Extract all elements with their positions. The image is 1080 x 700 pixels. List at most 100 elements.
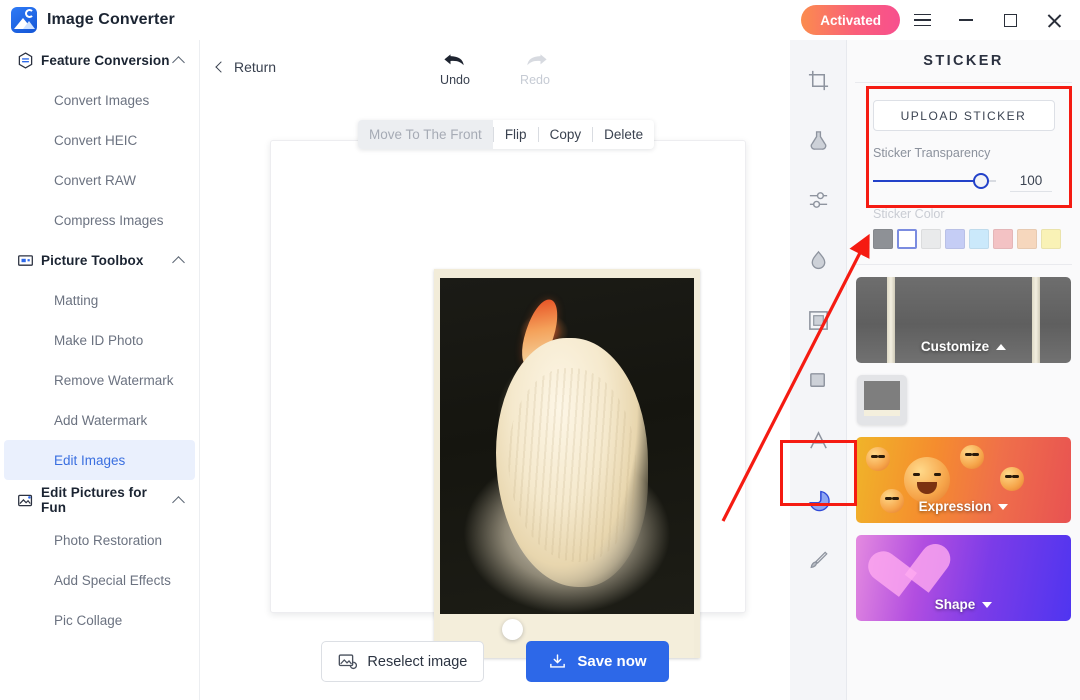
return-button[interactable]: Return	[215, 59, 277, 75]
app-window: Image Converter Activated Feature Conver…	[0, 0, 1080, 700]
undo-redo-group: Undo Redo	[427, 50, 563, 87]
sticker-context-toolbar: Move To The Front Flip Copy Delete	[358, 120, 655, 149]
sidebar: Feature Conversion Convert Images Conver…	[0, 40, 200, 700]
emoji-face	[904, 457, 950, 503]
text-tool-icon[interactable]	[790, 410, 847, 470]
color-swatch-pink[interactable]	[993, 229, 1013, 249]
sidebar-item-pic-collage[interactable]: Pic Collage	[4, 600, 195, 640]
color-swatch-gray[interactable]	[873, 229, 893, 249]
color-swatch-white[interactable]	[897, 229, 917, 249]
sidebar-item-make-id-photo[interactable]: Make ID Photo	[4, 320, 195, 360]
crop-tool-icon[interactable]	[790, 50, 847, 110]
sticker-category-customize[interactable]: Customize	[856, 277, 1071, 363]
sidebar-item-edit-images[interactable]: Edit Images	[4, 440, 195, 480]
blur-droplet-tool-icon[interactable]	[790, 230, 847, 290]
feature-conversion-icon	[17, 51, 34, 69]
activated-badge-button[interactable]: Activated	[801, 5, 900, 35]
return-label: Return	[234, 59, 277, 75]
slider-thumb[interactable]	[973, 172, 990, 189]
redo-button[interactable]: Redo	[507, 50, 563, 87]
flip-button[interactable]: Flip	[494, 120, 538, 149]
color-swatch-periwinkle[interactable]	[945, 229, 965, 249]
maximize-icon[interactable]	[988, 0, 1032, 40]
hamburger-menu-icon[interactable]	[900, 0, 944, 40]
title-bar: Image Converter Activated	[0, 0, 1080, 40]
upload-sticker-button[interactable]: UPLOAD STICKER	[872, 100, 1055, 131]
sticker-category-expression[interactable]: Expression	[856, 437, 1071, 523]
reselect-image-button[interactable]: Reselect image	[321, 641, 485, 682]
chevron-up-icon	[996, 343, 1007, 350]
sidebar-group-label: Feature Conversion	[41, 52, 170, 68]
sidebar-group-edit-pictures-for-fun[interactable]: Edit Pictures for Fun	[0, 480, 199, 520]
chevron-up-icon	[172, 55, 185, 69]
reselect-image-label: Reselect image	[367, 653, 468, 670]
sidebar-group-label: Edit Pictures for Fun	[41, 485, 147, 515]
chevron-up-icon	[172, 255, 185, 269]
color-swatch-peach[interactable]	[1017, 229, 1037, 249]
move-to-front-button[interactable]: Move To The Front	[358, 120, 493, 149]
reselect-image-icon	[339, 654, 358, 670]
sidebar-group-picture-toolbox[interactable]: Picture Toolbox	[0, 240, 199, 280]
sidebar-item-add-special-effects[interactable]: Add Special Effects	[4, 560, 195, 600]
color-swatch-light-yellow[interactable]	[1041, 229, 1061, 249]
color-swatch-light-gray[interactable]	[921, 229, 941, 249]
sidebar-item-photo-restoration[interactable]: Photo Restoration	[4, 520, 195, 560]
sticker-thumbnail-polaroid-frame[interactable]	[857, 375, 907, 425]
delete-button[interactable]: Delete	[593, 120, 654, 149]
sticker-tool-icon[interactable]	[790, 470, 847, 530]
category-label: Customize	[920, 339, 990, 354]
sticker-transparency-slider[interactable]	[873, 172, 996, 190]
redo-icon	[526, 54, 547, 66]
chevron-down-icon	[998, 503, 1009, 510]
save-now-button[interactable]: Save now	[526, 641, 669, 682]
undo-icon	[443, 54, 464, 66]
copy-button[interactable]: Copy	[539, 120, 593, 149]
emoji-face	[1000, 467, 1024, 491]
pelican-body	[495, 338, 649, 588]
chevron-left-icon	[215, 61, 227, 73]
sidebar-item-matting[interactable]: Matting	[4, 280, 195, 320]
divider	[855, 264, 1072, 265]
sticker-panel: STICKER UPLOAD STICKER Sticker Transpare…	[847, 40, 1080, 700]
download-icon	[550, 654, 566, 668]
sticker-category-shape[interactable]: Shape	[856, 535, 1071, 621]
sticker-resize-handle[interactable]	[502, 619, 523, 640]
shape-rectangle-tool-icon[interactable]	[790, 350, 847, 410]
chevron-up-icon	[172, 495, 185, 509]
heart-shape	[867, 547, 927, 604]
sidebar-item-convert-raw[interactable]: Convert RAW	[4, 160, 195, 200]
minimize-icon[interactable]	[944, 0, 988, 40]
editor-tool-strip	[790, 40, 847, 700]
sidebar-item-convert-images[interactable]: Convert Images	[4, 80, 195, 120]
editor-action-bar: Reselect image Save now	[200, 641, 790, 682]
save-now-label: Save now	[577, 653, 647, 670]
sidebar-group-feature-conversion[interactable]: Feature Conversion	[0, 40, 199, 80]
undo-button[interactable]: Undo	[427, 50, 483, 87]
sticker-transparency-value[interactable]: 100	[1010, 169, 1052, 192]
emoji-face	[866, 447, 890, 471]
category-caption: Customize	[856, 339, 1071, 354]
chevron-down-icon	[982, 601, 993, 608]
placed-sticker-pelican-photo[interactable]	[434, 269, 700, 658]
image-canvas[interactable]	[270, 140, 746, 658]
sidebar-item-convert-heic[interactable]: Convert HEIC	[4, 120, 195, 160]
category-caption: Shape	[856, 597, 1071, 612]
picture-toolbox-icon	[17, 252, 34, 269]
undo-label: Undo	[440, 73, 470, 87]
image-converter-logo-icon	[11, 7, 37, 33]
redo-label: Redo	[520, 73, 550, 87]
color-swatch-light-blue[interactable]	[969, 229, 989, 249]
filter-flask-tool-icon[interactable]	[790, 110, 847, 170]
sidebar-item-compress-images[interactable]: Compress Images	[4, 200, 195, 240]
sticker-transparency-label: Sticker Transparency	[873, 146, 991, 160]
window-controls: Activated	[801, 0, 1080, 40]
sidebar-item-add-watermark[interactable]: Add Watermark	[4, 400, 195, 440]
brush-tool-icon[interactable]	[790, 530, 847, 590]
sticker-panel-title: STICKER	[923, 53, 1004, 69]
frame-tool-icon[interactable]	[790, 290, 847, 350]
adjust-tool-icon[interactable]	[790, 170, 847, 230]
pelican-photo	[440, 278, 694, 614]
sidebar-group-label: Picture Toolbox	[41, 252, 144, 268]
sidebar-item-remove-watermark[interactable]: Remove Watermark	[4, 360, 195, 400]
close-icon[interactable]	[1032, 0, 1076, 40]
